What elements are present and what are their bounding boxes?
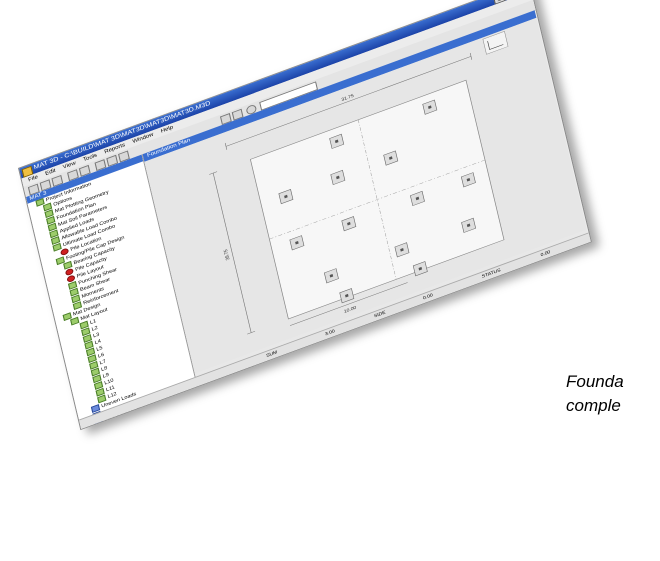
status-field-6: 0.00 [540,248,552,260]
caption-text: Founda comple [566,370,624,418]
status-field-3: SIDE [373,308,386,321]
caption-line-1: Founda [566,370,624,394]
caption-line-2: comple [566,394,624,418]
status-field-4: 0.00 [422,291,434,303]
app-screenshot: MAT 3D - C:\BUILD\MAT 3D\MAT3D\MAT3D\MAT… [18,0,660,561]
status-field-1: SUM [265,348,278,360]
status-field-2: 3.00 [324,327,336,339]
app-window: MAT 3D - C:\BUILD\MAT 3D\MAT3D\MAT3D\MAT… [18,0,592,430]
